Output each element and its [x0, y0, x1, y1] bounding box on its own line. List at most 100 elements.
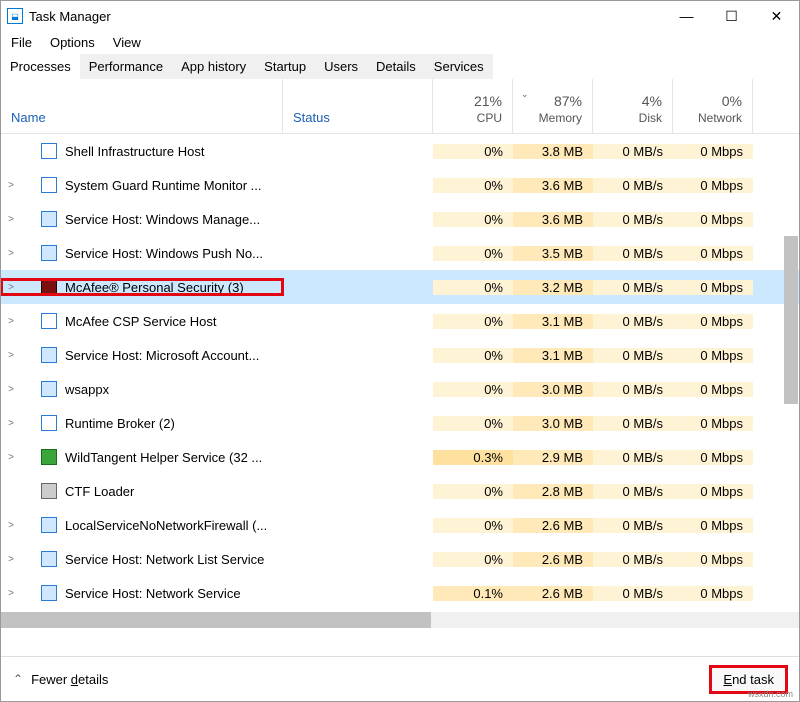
tab-app-history[interactable]: App history [172, 54, 255, 79]
table-row[interactable]: >Service Host: Network Service0.1%2.6 MB… [1, 576, 799, 610]
process-cpu: 0% [433, 212, 513, 227]
expand-icon[interactable]: > [1, 350, 21, 361]
table-row[interactable]: >wsappx0%3.0 MB0 MB/s0 Mbps [1, 372, 799, 406]
table-row[interactable]: >System Guard Runtime Monitor ...0%3.6 M… [1, 168, 799, 202]
process-icon [41, 313, 57, 329]
tab-processes[interactable]: Processes [1, 54, 80, 79]
process-name-cell[interactable]: > Service Host: Microsoft Account... [1, 347, 283, 363]
process-disk: 0 MB/s [593, 450, 673, 465]
process-name-cell[interactable]: >McAfee® Personal Security (3) [1, 279, 283, 295]
tab-services[interactable]: Services [425, 54, 493, 79]
table-row[interactable]: >McAfee® Personal Security (3)0%3.2 MB0 … [1, 270, 799, 304]
tab-performance[interactable]: Performance [80, 54, 172, 79]
col-header-name[interactable]: Name [1, 79, 283, 133]
vertical-scroll-thumb[interactable] [784, 236, 798, 404]
tab-users[interactable]: Users [315, 54, 367, 79]
menubar: File Options View [1, 31, 799, 54]
col-header-network[interactable]: 0% Network [673, 79, 753, 133]
table-row[interactable]: >Service Host: Windows Manage... 0%3.6 MB… [1, 202, 799, 236]
chevron-up-icon: ⌃ [13, 672, 23, 686]
process-name: Runtime Broker (2) [65, 416, 175, 431]
process-name-cell[interactable]: CTF Loader [1, 483, 283, 499]
col-header-cpu[interactable]: 21% CPU [433, 79, 513, 133]
process-name-cell[interactable]: >Service Host: Windows Manage... [1, 211, 283, 227]
process-name: Service Host: Microsoft Account... [65, 348, 259, 363]
expand-icon[interactable]: > [1, 316, 21, 327]
memory-label: Memory [539, 111, 582, 125]
col-header-memory[interactable]: ⌄ 87% Memory [513, 79, 593, 133]
expand-icon[interactable]: > [1, 214, 21, 225]
table-row[interactable]: >McAfee CSP Service Host0%3.1 MB0 MB/s0 … [1, 304, 799, 338]
process-cpu: 0% [433, 348, 513, 363]
maximize-button[interactable]: ☐ [709, 1, 754, 31]
menu-options[interactable]: Options [50, 35, 95, 50]
expand-icon[interactable]: > [1, 520, 21, 531]
process-icon [41, 245, 57, 261]
menu-file[interactable]: File [11, 35, 32, 50]
minimize-button[interactable]: — [664, 1, 709, 31]
table-row[interactable]: >Service Host: Network List Service0%2.6… [1, 542, 799, 576]
tab-details[interactable]: Details [367, 54, 425, 79]
process-name-cell[interactable]: >LocalServiceNoNetworkFirewall (... [1, 517, 283, 533]
process-memory: 3.8 MB [513, 144, 593, 159]
table-row[interactable]: >Runtime Broker (2)0%3.0 MB0 MB/s0 Mbps [1, 406, 799, 440]
table-row[interactable]: >WildTangent Helper Service (32 ...0.3%2… [1, 440, 799, 474]
process-network: 0 Mbps [673, 552, 753, 567]
process-name-cell[interactable]: > Runtime Broker (2) [1, 415, 283, 431]
process-name-cell[interactable]: >WildTangent Helper Service (32 ... [1, 449, 283, 465]
process-name: Shell Infrastructure Host [65, 144, 204, 159]
table-row[interactable]: >Service Host: Microsoft Account...0%3.1… [1, 338, 799, 372]
process-name-cell[interactable]: > wsappx [1, 381, 283, 397]
col-header-status[interactable]: Status [283, 79, 433, 133]
process-table: Name Status 21% CPU ⌄ 87% Memory 4% Disk… [1, 79, 799, 656]
expand-icon[interactable]: > [1, 452, 21, 463]
fewer-details-button[interactable]: ⌃ Fewer details [13, 672, 108, 687]
vertical-scrollbar[interactable] [784, 86, 798, 556]
process-network: 0 Mbps [673, 518, 753, 533]
close-button[interactable]: ✕ [754, 1, 799, 31]
process-network: 0 Mbps [673, 144, 753, 159]
process-name-cell[interactable]: >Service Host: Network List Service [1, 551, 283, 567]
col-header-disk[interactable]: 4% Disk [593, 79, 673, 133]
table-row[interactable]: >Service Host: Windows Push No...0%3.5 M… [1, 236, 799, 270]
process-icon [41, 381, 57, 397]
horizontal-scroll-thumb[interactable] [1, 612, 431, 628]
process-name-cell[interactable]: >McAfee CSP Service Host [1, 313, 283, 329]
process-name-cell[interactable]: > Service Host: Windows Push No... [1, 245, 283, 261]
process-disk: 0 MB/s [593, 212, 673, 227]
expand-icon[interactable]: > [1, 418, 21, 429]
process-rows[interactable]: Shell Infrastructure Host0%3.8 MB0 MB/s0… [1, 134, 799, 612]
tab-startup[interactable]: Startup [255, 54, 315, 79]
process-icon [41, 517, 57, 533]
process-network: 0 Mbps [673, 246, 753, 261]
tabs: Processes Performance App history Startu… [1, 54, 799, 79]
expand-icon[interactable]: > [1, 248, 21, 259]
table-row[interactable]: Shell Infrastructure Host0%3.8 MB0 MB/s0… [1, 134, 799, 168]
process-name-cell[interactable]: >System Guard Runtime Monitor ... [1, 177, 283, 193]
process-name-cell[interactable]: Shell Infrastructure Host [1, 143, 283, 159]
expand-icon[interactable]: > [1, 588, 21, 599]
expand-icon[interactable]: > [1, 180, 21, 191]
process-cpu: 0% [433, 484, 513, 499]
process-network: 0 Mbps [673, 212, 753, 227]
network-percent: 0% [722, 93, 742, 109]
disk-label: Disk [639, 111, 662, 125]
titlebar[interactable]: ⬓ Task Manager — ☐ ✕ [1, 1, 799, 31]
horizontal-scrollbar[interactable] [1, 612, 799, 628]
process-cpu: 0% [433, 518, 513, 533]
expand-icon[interactable]: > [1, 282, 21, 293]
menu-view[interactable]: View [113, 35, 141, 50]
table-row[interactable]: CTF Loader0%2.8 MB0 MB/s0 Mbps [1, 474, 799, 508]
table-row[interactable]: >LocalServiceNoNetworkFirewall (...0%2.6… [1, 508, 799, 542]
process-memory: 3.0 MB [513, 382, 593, 397]
process-memory: 3.6 MB [513, 212, 593, 227]
process-icon [41, 483, 57, 499]
process-name: Service Host: Windows Push No... [65, 246, 263, 261]
process-memory: 3.0 MB [513, 416, 593, 431]
process-cpu: 0.1% [433, 586, 513, 601]
process-name: wsappx [65, 382, 109, 397]
process-cpu: 0% [433, 416, 513, 431]
expand-icon[interactable]: > [1, 384, 21, 395]
process-name-cell[interactable]: >Service Host: Network Service [1, 585, 283, 601]
expand-icon[interactable]: > [1, 554, 21, 565]
